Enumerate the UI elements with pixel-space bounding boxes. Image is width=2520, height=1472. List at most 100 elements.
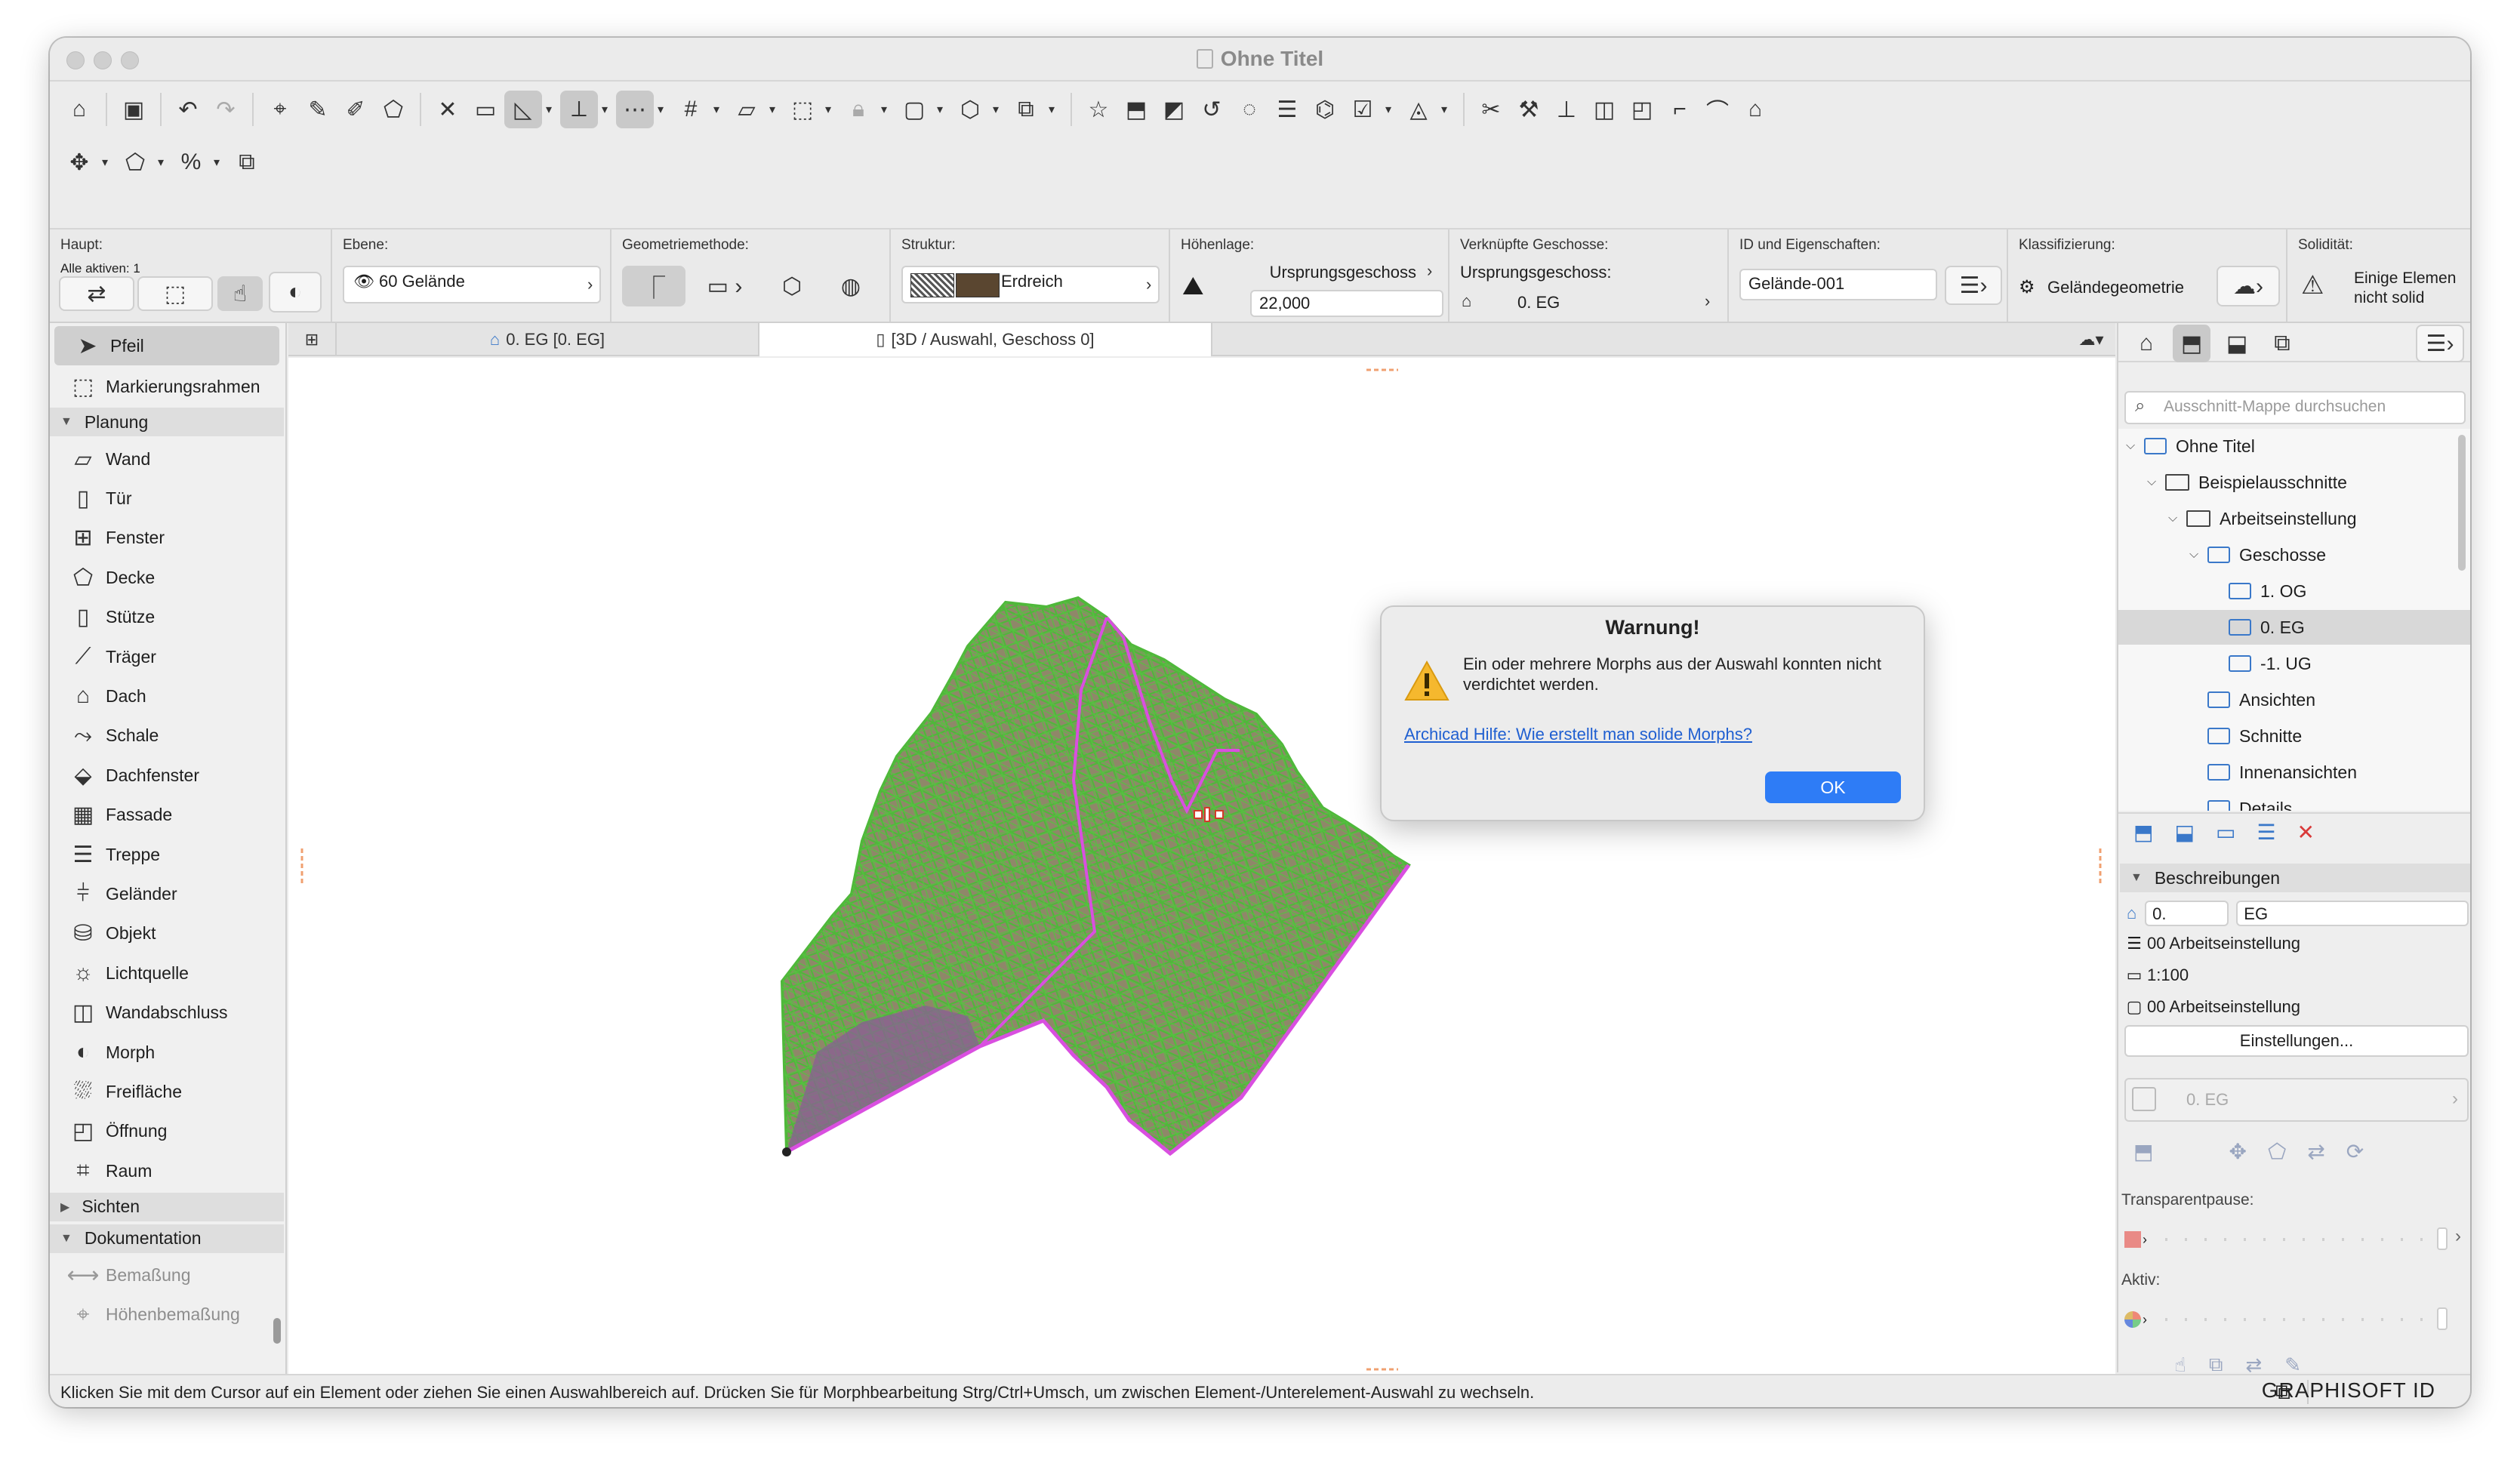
snap-points-icon[interactable]: ⋯ [616, 91, 654, 128]
chevron-down-icon[interactable]: ▾ [989, 102, 1003, 117]
tab-floor-plan[interactable]: ⌂ 0. EG [0. EG] [337, 323, 759, 356]
grid-icon[interactable]: # [672, 91, 710, 128]
navigator-item[interactable]: ⌵ Beispielausschnitte [2118, 465, 2470, 500]
aktiv-slider[interactable] [2165, 1318, 2445, 1321]
tool-fassade[interactable]: ▦ Fassade [50, 796, 284, 835]
cloud-class-icon[interactable]: ☁› [2217, 266, 2280, 306]
view-story-selector[interactable]: 0. EG [2124, 1078, 2469, 1122]
section-view-icon[interactable]: ◩ [1155, 91, 1193, 128]
chevron-down-icon[interactable]: ▾ [154, 155, 168, 170]
fillet-icon[interactable]: ⌒ [1699, 91, 1736, 128]
element-marquee-icon[interactable]: ⬚ [137, 276, 213, 311]
checklist-icon[interactable]: ☑ [1344, 91, 1382, 128]
tool-morph[interactable]: ◐ Morph [50, 1033, 284, 1072]
id-input[interactable]: Gelände-001 [1739, 269, 1937, 300]
chevron-right-icon[interactable]: › [587, 275, 593, 294]
delete-icon[interactable]: ✕ [2297, 820, 2315, 845]
schedule-icon[interactable]: ☰ [1268, 91, 1306, 128]
chevron-down-icon[interactable]: ▾ [598, 102, 612, 117]
tool-bemassung[interactable]: ⟷ Bemaßung [50, 1256, 284, 1295]
tool-freiflaeche[interactable]: ⛆ Freifläche [50, 1072, 284, 1111]
shape-view-icon[interactable]: ⬠ [2268, 1139, 2286, 1164]
trace-icon[interactable]: ✕ [429, 91, 467, 128]
transparent-color-button[interactable]: › [2124, 1226, 2155, 1253]
merge-icon[interactable]: ◰ [1623, 91, 1661, 128]
tool-wandabschluss[interactable]: ◫ Wandabschluss [50, 993, 284, 1033]
layers-3d-icon[interactable]: ⬡ [951, 91, 989, 128]
syringe-icon[interactable]: ✐ [337, 91, 374, 128]
chevron-right-icon[interactable]: › [2452, 1089, 2458, 1110]
refresh-view-icon[interactable]: ⟳ [2346, 1139, 2364, 1164]
terrain-mesh[interactable] [780, 596, 1411, 1156]
layout-book-icon[interactable]: ⬓ [2218, 325, 2256, 362]
scale-row[interactable]: ▭ 1:100 [2121, 960, 2189, 990]
3d-canvas[interactable] [288, 358, 2115, 1381]
roof-trim-icon[interactable]: ⌂ [1736, 91, 1774, 128]
dialog-help-link[interactable]: Archicad Hilfe: Wie erstellt man solide … [1404, 725, 1752, 744]
navigator-search-input[interactable]: Ausschnitt-Mappe durchsuchen [2124, 391, 2466, 424]
intersect-icon[interactable]: ◫ [1585, 91, 1623, 128]
tool-fenster[interactable]: ⊞ Fenster [50, 519, 284, 558]
element-select-icon[interactable]: ⇄ [59, 276, 134, 311]
navigator-item[interactable]: Ansichten [2118, 682, 2470, 717]
tool-traeger[interactable]: ⟋ Träger [50, 637, 284, 676]
render-icon[interactable]: ◬ [1400, 91, 1437, 128]
tool-tuer[interactable]: ▯ Tür [50, 479, 284, 518]
eyedropper-icon[interactable]: ✎ [299, 91, 337, 128]
chevron-down-icon[interactable]: ⌵ [2126, 439, 2144, 453]
view-map-icon[interactable]: ⬒ [2173, 325, 2210, 362]
chevron-down-icon[interactable]: ▾ [933, 102, 947, 117]
corner-icon[interactable]: ⌐ [1661, 91, 1699, 128]
lock-icon[interactable]: 🔒︎ [839, 91, 877, 128]
view-id-input[interactable]: 0. [2145, 901, 2229, 926]
tag-icon[interactable]: ⌬ [1306, 91, 1344, 128]
chevron-down-icon[interactable]: ▾ [1045, 102, 1058, 117]
tool-hoehenbemassung[interactable]: ⌖ Höhenbemaßung [50, 1295, 284, 1335]
save-icon[interactable]: ▣ [115, 91, 152, 128]
navigator-item[interactable]: ⌵ Geschosse [2118, 537, 2470, 572]
tool-dachfenster[interactable]: ⬙ Dachfenster [50, 756, 284, 795]
klass-value[interactable]: Geländegeometrie [2047, 278, 2184, 297]
tool-dach[interactable]: ⌂ Dach [50, 676, 284, 716]
navigator-item[interactable]: ⌵ Arbeitseinstellung [2118, 501, 2470, 536]
adjust-icon[interactable]: ⚒ [1510, 91, 1548, 128]
tab-3d-view[interactable]: ▯ [3D / Auswahl, Geschoss 0] [759, 323, 1212, 356]
ursprung-value[interactable]: 0. EG [1517, 293, 1560, 313]
swap-view-icon[interactable]: ⇄ [2307, 1139, 2324, 1164]
properties-icon[interactable]: ☰› [1945, 266, 2002, 305]
tool-gelaender[interactable]: ⫩ Geländer [50, 874, 284, 913]
find-select-icon[interactable]: ⌖ [261, 91, 299, 128]
tool-wand[interactable]: ▱ Wand [50, 439, 284, 479]
dialog-ok-button[interactable]: OK [1765, 771, 1901, 803]
navigator-item[interactable]: Details [2118, 791, 2470, 811]
settings-view-icon[interactable]: ☰ [2257, 820, 2275, 845]
redefine-icon[interactable]: ⬒ [2133, 1139, 2153, 1164]
chevron-right-icon[interactable]: › [1427, 261, 1432, 281]
selection-icon[interactable]: ⬚ [784, 91, 821, 128]
move-view-icon[interactable]: ✥ [2229, 1139, 2246, 1164]
navigator-scrollbar[interactable] [2458, 435, 2466, 571]
display-order-icon[interactable]: ⧉ [1007, 91, 1045, 128]
tool-raum[interactable]: ⌗ Raum [50, 1151, 284, 1190]
chevron-down-icon[interactable]: ▾ [1437, 102, 1451, 117]
undo-icon[interactable]: ↶ [169, 91, 207, 128]
edit-tool-icon[interactable]: ✎ [2284, 1353, 2301, 1377]
pointer-tool-icon[interactable]: ☝ [2174, 1353, 2186, 1377]
navigator-item[interactable]: Schnitte [2118, 719, 2470, 753]
aktiv-slider-thumb[interactable] [2437, 1307, 2448, 1330]
snap-guides-icon[interactable]: ⟂ [560, 91, 598, 128]
duplicate-icon[interactable]: ⧉ [228, 143, 266, 181]
home-icon[interactable]: ⌂ [60, 91, 98, 128]
chevron-down-icon[interactable]: ▾ [98, 155, 112, 170]
chevron-down-icon[interactable]: ▾ [821, 102, 835, 117]
new-folder-icon[interactable]: ▭ [2216, 820, 2235, 845]
einstellungen-button[interactable]: Einstellungen... [2124, 1025, 2469, 1057]
navigator-menu-icon[interactable]: ☰› [2416, 325, 2464, 362]
swap-tool-icon[interactable]: ⇄ [2245, 1353, 2262, 1377]
navigator-item[interactable]: ⌵ Ohne Titel [2118, 429, 2470, 463]
chevron-down-icon[interactable]: ⌵ [2168, 512, 2186, 525]
elevation-input[interactable]: 22,000 [1250, 290, 1443, 317]
group-planung[interactable]: ▼ Planung [50, 408, 284, 436]
align-icon[interactable]: ⊥ [1548, 91, 1585, 128]
magic-wand-icon[interactable]: ⬠ [374, 91, 412, 128]
